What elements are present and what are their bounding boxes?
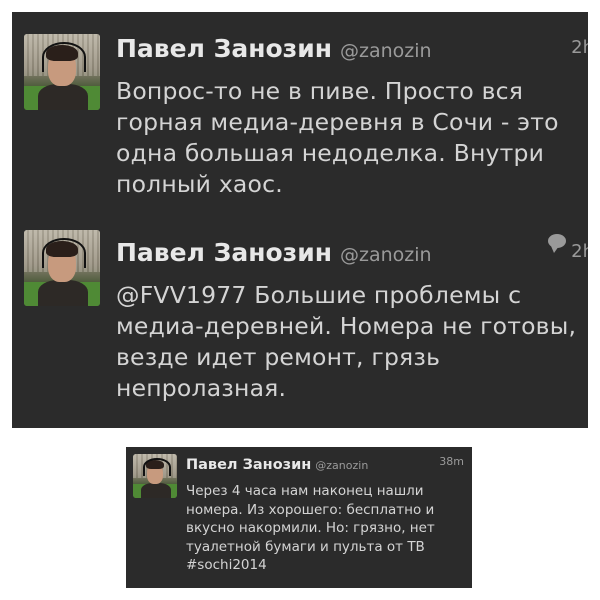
- tweet-text: @FVV1977 Большие проблемы с медиа-деревн…: [116, 281, 577, 402]
- tweet-panel-small: Павел Занозин @zanozin 38m Через 4 часа н…: [126, 447, 472, 588]
- avatar[interactable]: [24, 230, 100, 306]
- author-name[interactable]: Павел Занозин @zanozin: [116, 238, 432, 267]
- avatar[interactable]: [24, 34, 100, 110]
- tweet-timestamp: 38m: [439, 455, 464, 468]
- tweet-timestamp: 2h: [571, 241, 588, 262]
- reply-bubble-icon: [548, 234, 566, 253]
- tweet-timestamp: 2h: [571, 37, 588, 58]
- author-handle[interactable]: @zanozin: [340, 40, 432, 62]
- author-handle[interactable]: @zanozin: [315, 459, 368, 472]
- author-handle[interactable]: @zanozin: [340, 244, 432, 266]
- tweet-panel-large: Павел Занозин@zanozin 2h Вопрос-то не в …: [12, 12, 588, 428]
- avatar[interactable]: [133, 454, 177, 498]
- author-name[interactable]: Павел Занозин @zanozin: [116, 34, 432, 63]
- author-name[interactable]: Павел Занозин @zanozin: [186, 457, 368, 473]
- tweet-text: Через 4 часа нам наконец нашли номера. И…: [186, 483, 435, 573]
- tweet-text: Вопрос-то не в пиве. Просто вся горная м…: [116, 77, 559, 198]
